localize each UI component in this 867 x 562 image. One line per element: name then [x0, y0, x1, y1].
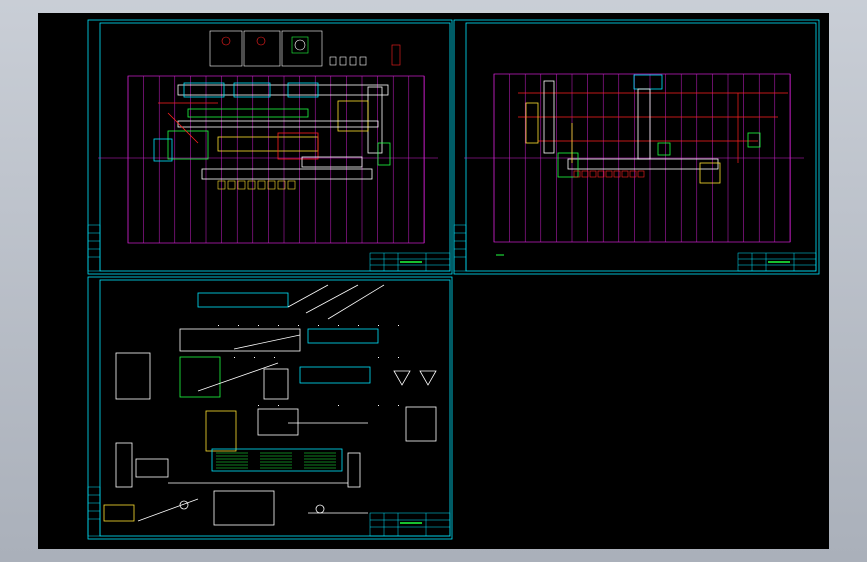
sheet-1-outer-border — [87, 19, 453, 275]
sheet-3-title-block — [369, 512, 451, 537]
sheet-1-column-grid — [127, 76, 425, 243]
sheet-3[interactable] — [87, 276, 453, 540]
sheet-3-outer-border — [87, 276, 453, 540]
sheet-1-equipment-plan — [153, 82, 391, 180]
sheet-3-process-flow — [103, 284, 437, 526]
cad-drawing — [87, 19, 820, 540]
sheet-1-unit-row — [217, 180, 296, 190]
sheet-2-outer-border — [453, 19, 820, 275]
sheet-1-title-block — [369, 252, 451, 272]
sheet-1-left-strip — [87, 224, 101, 272]
sheet-3-inner-border — [99, 279, 451, 537]
sheet-2-equipment-plan — [525, 74, 761, 184]
sheet-3-screen-units — [216, 452, 336, 469]
sheet-2-inner-border — [465, 22, 817, 272]
sheet-2-left-strip — [453, 224, 467, 272]
sheet-3-left-strip — [87, 486, 101, 537]
sheet-1[interactable] — [87, 19, 453, 275]
sheet-2-title-block — [737, 252, 817, 272]
sheet-1-detail-views — [209, 30, 401, 67]
sheet-2[interactable] — [453, 19, 820, 275]
sheet-3-level-markers — [218, 325, 399, 406]
sheet-2-pipe-network — [518, 92, 788, 163]
cad-drawing-canvas[interactable] — [38, 13, 829, 549]
sheet-1-inner-border — [99, 22, 451, 272]
sheet-2-unit-row — [573, 170, 645, 178]
